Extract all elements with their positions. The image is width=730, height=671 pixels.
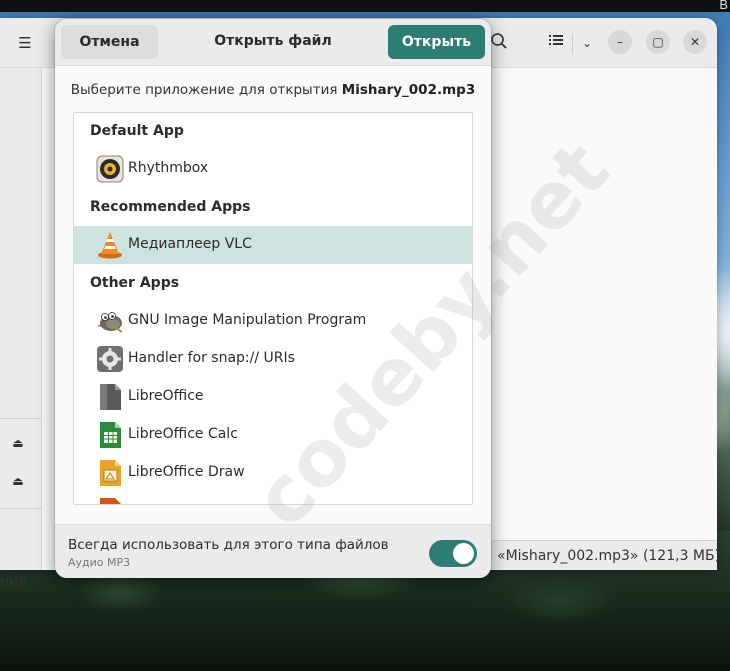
app-row-gimp[interactable]: GNU Image Manipulation Program [74,302,472,340]
sidebar-divider [0,508,42,509]
app-row-libreoffice[interactable]: LibreOffice [74,378,472,416]
chevron-down-icon[interactable]: ⌄ [578,32,596,54]
top-panel: В [0,0,730,12]
eject-icon[interactable]: ⏏ [8,433,28,453]
app-name: LibreOffice [128,388,204,404]
file-status-bar: «Mishary_002.mp3» (121,3 МБ) [488,540,720,570]
libreoffice-icon [100,384,121,410]
app-list[interactable]: Default App Rhythmbox Recommended Apps М… [73,112,473,505]
search-icon[interactable] [490,32,512,54]
app-name: GNU Image Manipulation Program [128,312,367,328]
app-row-vlc[interactable]: Медиаплеер VLC [74,226,472,264]
sidebar-item-label[interactable]: ния [0,573,42,589]
toggle-knob [453,543,474,564]
hamburger-icon[interactable]: ☰ [14,34,36,52]
list-view-icon[interactable] [548,32,570,54]
prompt-filename: Mishary_002.mp3 [341,82,476,98]
gear-icon [97,346,123,372]
file-manager-sidebar: ⏏ ⏏ ния [0,68,42,589]
dialog-header: Отмена Открыть файл Открыть [55,19,491,66]
section-default-app: Default App [90,123,184,139]
always-use-label: Всегда использовать для этого типа файло… [68,537,389,553]
libreoffice-calc-icon [100,422,121,448]
app-name: Handler for snap:// URIs [128,350,295,366]
header-divider [572,34,573,54]
file-type-label: Аудио MP3 [68,556,131,569]
sidebar-divider [0,418,42,419]
app-row-partial[interactable] [74,492,472,504]
app-name: LibreOffice Draw [128,464,245,480]
app-row-libreoffice-draw[interactable]: LibreOffice Draw [74,454,472,492]
open-button[interactable]: Открыть [388,25,485,59]
open-with-dialog: Отмена Открыть файл Открыть Выберите при… [55,19,491,578]
libreoffice-draw-icon [100,460,121,486]
section-other-apps: Other Apps [90,275,180,291]
app-row-libreoffice-calc[interactable]: LibreOffice Calc [74,416,472,454]
app-name: Rhythmbox [128,160,209,176]
section-recommended-apps: Recommended Apps [90,199,251,215]
maximize-icon[interactable]: ▢ [646,30,670,54]
app-name: LibreOffice Calc [128,426,238,442]
libreoffice-impress-icon [100,498,121,504]
top-panel-text: В [719,0,728,12]
minimize-icon[interactable]: – [608,30,632,54]
app-name: Медиаплеер VLC [128,236,252,252]
close-icon[interactable]: ✕ [683,30,707,54]
dialog-prompt: Выберите приложение для открытия Mishary… [55,82,491,98]
app-row-rhythmbox[interactable]: Rhythmbox [74,150,472,188]
rhythmbox-icon [96,155,124,183]
vlc-cone-icon [98,232,122,259]
always-use-toggle[interactable] [429,540,477,567]
dialog-title: Открыть файл [214,33,332,49]
dialog-footer: Всегда использовать для этого типа файло… [55,524,491,578]
eject-icon[interactable]: ⏏ [8,471,28,491]
app-row-snap-handler[interactable]: Handler for snap:// URIs [74,340,472,378]
prompt-text: Выберите приложение для открытия [70,82,342,98]
cancel-button[interactable]: Отмена [61,25,158,59]
gimp-icon [97,312,123,333]
